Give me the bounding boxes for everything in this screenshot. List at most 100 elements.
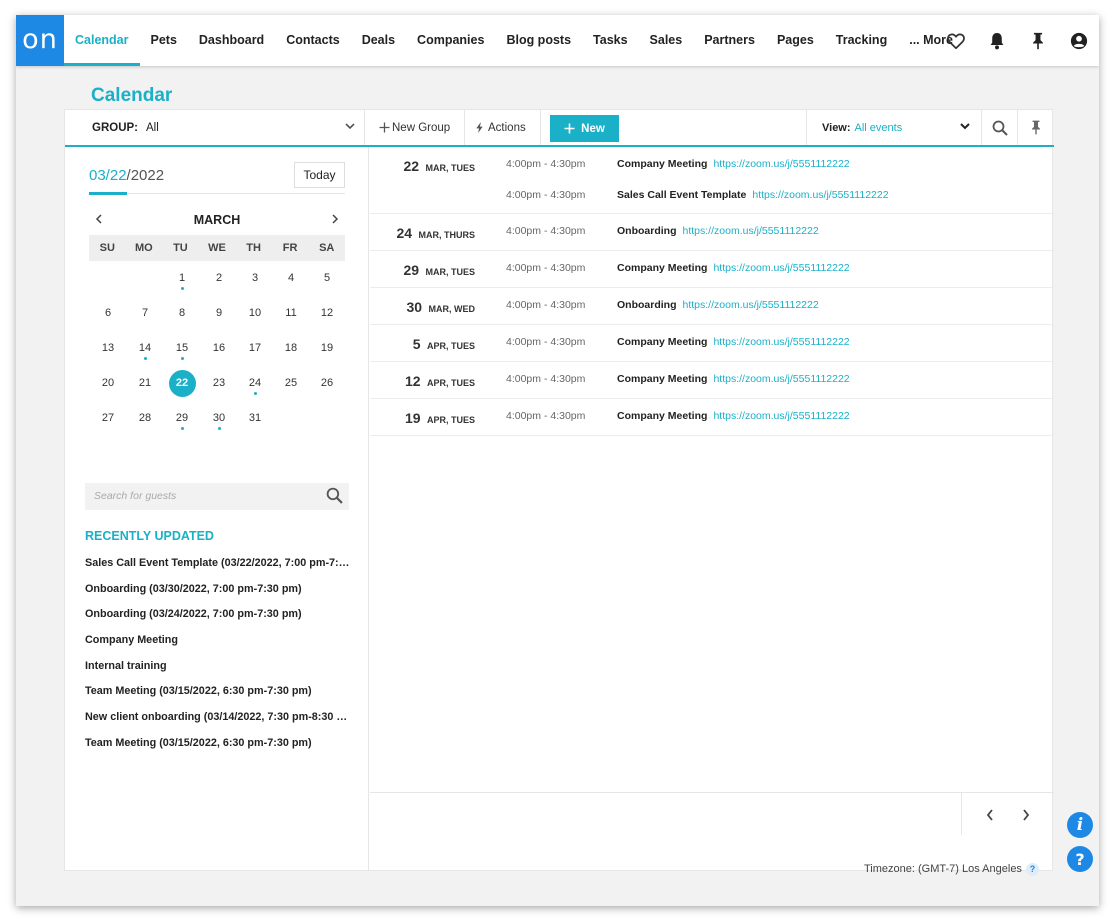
prev-page-icon[interactable] [980, 805, 1000, 825]
calendar-day[interactable]: 6 [89, 296, 127, 331]
event-meeting-link[interactable]: https://zoom.us/j/5551112222 [752, 189, 888, 201]
event-item[interactable]: 4:00pm - 4:30pm Onboarding https://zoom.us… [370, 288, 1054, 318]
event-title[interactable]: Company Meeting https://zoom.us/j/5551112… [617, 336, 850, 348]
divider [127, 193, 345, 194]
search-icon[interactable] [326, 487, 343, 515]
heart-icon[interactable] [935, 15, 976, 66]
calendar-day[interactable]: 19 [309, 331, 345, 366]
event-item[interactable]: 4:00pm - 4:30pm Sales Call Event Template… [370, 178, 1054, 208]
nav-item-pets[interactable]: Pets [140, 15, 188, 66]
event-day-group: 19 APR, TUES 4:00pm - 4:30pm Company Meeti… [370, 399, 1054, 436]
recent-item[interactable]: Sales Call Event Template (03/22/2022, 7… [85, 555, 353, 581]
calendar-day[interactable]: 8 [163, 296, 201, 331]
new-event-button[interactable]: New [550, 115, 619, 142]
nav-item-calendar[interactable]: Calendar [64, 15, 140, 66]
event-item[interactable]: 4:00pm - 4:30pm Company Meeting https://zo… [370, 251, 1054, 281]
event-item[interactable]: 4:00pm - 4:30pm Company Meeting https://zo… [370, 362, 1054, 392]
event-title[interactable]: Company Meeting https://zoom.us/j/5551112… [617, 158, 850, 170]
calendar-day[interactable]: 24 [237, 366, 273, 401]
nav-item-companies[interactable]: Companies [406, 15, 495, 66]
brand-logo[interactable]: on [16, 15, 64, 66]
info-icon[interactable]: i [1067, 812, 1093, 838]
calendar-day[interactable]: 17 [237, 331, 273, 366]
event-title[interactable]: Sales Call Event Template https://zoom.us… [617, 189, 889, 201]
calendar-day[interactable]: 3 [237, 261, 273, 296]
next-month-icon[interactable] [327, 211, 343, 227]
calendar-day[interactable]: 2 [201, 261, 237, 296]
nav-item-contacts[interactable]: Contacts [275, 15, 350, 66]
user-account-icon[interactable] [1058, 15, 1099, 66]
calendar-day[interactable]: 1 [163, 261, 201, 296]
timezone-help-icon[interactable]: ? [1025, 863, 1039, 876]
recent-item[interactable]: Internal training [85, 658, 353, 684]
calendar-day[interactable]: 31 [237, 401, 273, 436]
calendar-day[interactable]: 20 [89, 366, 127, 401]
event-meeting-link[interactable]: https://zoom.us/j/5551112222 [713, 373, 849, 385]
nav-item-tasks[interactable]: Tasks [582, 15, 639, 66]
today-button[interactable]: Today [294, 162, 345, 188]
event-title[interactable]: Onboarding https://zoom.us/j/5551112222 [617, 225, 819, 237]
event-meeting-link[interactable]: https://zoom.us/j/5551112222 [713, 262, 849, 274]
actions-button[interactable]: Actions [461, 110, 541, 145]
nav-item-pages[interactable]: Pages [766, 15, 825, 66]
calendar-day[interactable]: 14 [127, 331, 163, 366]
calendar-day[interactable]: 28 [127, 401, 163, 436]
event-meeting-link[interactable]: https://zoom.us/j/5551112222 [713, 158, 849, 170]
event-title[interactable]: Company Meeting https://zoom.us/j/5551112… [617, 373, 850, 385]
nav-item-tracking[interactable]: Tracking [825, 15, 898, 66]
event-meeting-link[interactable]: https://zoom.us/j/5551112222 [683, 299, 819, 311]
recent-item[interactable]: Team Meeting (03/15/2022, 6:30 pm-7:30 p… [85, 683, 353, 709]
event-item[interactable]: 4:00pm - 4:30pm Onboarding https://zoom.us… [370, 214, 1054, 244]
calendar-day[interactable]: 16 [201, 331, 237, 366]
new-group-button[interactable]: New Group [365, 110, 466, 145]
recent-item[interactable]: Team Meeting (03/15/2022, 6:30 pm-7:30 p… [85, 735, 353, 761]
calendar-day[interactable]: 25 [273, 366, 309, 401]
nav-item-partners[interactable]: Partners [693, 15, 766, 66]
calendar-day[interactable]: 9 [201, 296, 237, 331]
event-meeting-link[interactable]: https://zoom.us/j/5551112222 [683, 225, 819, 237]
nav-item-deals[interactable]: Deals [351, 15, 406, 66]
calendar-day[interactable]: 10 [237, 296, 273, 331]
recent-item[interactable]: Onboarding (03/30/2022, 7:00 pm-7:30 pm) [85, 581, 353, 607]
calendar-day[interactable]: 30 [201, 401, 237, 436]
calendar-day[interactable]: 23 [201, 366, 237, 401]
calendar-day[interactable]: 27 [89, 401, 127, 436]
calendar-day[interactable]: 4 [273, 261, 309, 296]
calendar-day[interactable]: 7 [127, 296, 163, 331]
guest-search-input[interactable]: Search for guests [85, 483, 349, 510]
calendar-day[interactable]: 11 [273, 296, 309, 331]
view-select[interactable]: View: All events [806, 110, 981, 145]
calendar-day[interactable]: 22 [163, 366, 201, 401]
recent-item[interactable]: New client onboarding (03/14/2022, 7:30 … [85, 709, 353, 735]
event-title[interactable]: Company Meeting https://zoom.us/j/5551112… [617, 410, 850, 422]
calendar-day[interactable]: 18 [273, 331, 309, 366]
calendar-day[interactable]: 12 [309, 296, 345, 331]
pin-icon[interactable] [1017, 15, 1058, 66]
event-item[interactable]: 4:00pm - 4:30pm Company Meeting https://zo… [370, 147, 1054, 177]
calendar-day[interactable]: 13 [89, 331, 127, 366]
calendar-day[interactable]: 29 [163, 401, 201, 436]
plus-icon [379, 122, 390, 133]
calendar-day[interactable]: 21 [127, 366, 163, 401]
nav-item-dashboard[interactable]: Dashboard [188, 15, 275, 66]
pin-icon[interactable] [1017, 110, 1053, 145]
calendar-day[interactable]: 26 [309, 366, 345, 401]
group-select[interactable]: GROUP: All [65, 110, 365, 145]
bell-icon[interactable] [976, 15, 1017, 66]
nav-item-sales[interactable]: Sales [639, 15, 694, 66]
event-meeting-link[interactable]: https://zoom.us/j/5551112222 [713, 336, 849, 348]
next-page-icon[interactable] [1016, 805, 1036, 825]
recent-item[interactable]: Onboarding (03/24/2022, 7:00 pm-7:30 pm) [85, 606, 353, 632]
event-item[interactable]: 4:00pm - 4:30pm Company Meeting https://zo… [370, 325, 1054, 355]
event-title[interactable]: Onboarding https://zoom.us/j/5551112222 [617, 299, 819, 311]
event-title[interactable]: Company Meeting https://zoom.us/j/5551112… [617, 262, 850, 274]
calendar-day[interactable]: 5 [309, 261, 345, 296]
help-icon[interactable]: ? [1067, 846, 1093, 872]
search-icon[interactable] [981, 110, 1017, 145]
event-meeting-link[interactable]: https://zoom.us/j/5551112222 [713, 410, 849, 422]
nav-item-blog-posts[interactable]: Blog posts [495, 15, 582, 66]
calendar-day[interactable]: 15 [163, 331, 201, 366]
group-label: GROUP: [92, 121, 138, 134]
recent-item[interactable]: Company Meeting [85, 632, 353, 658]
event-item[interactable]: 4:00pm - 4:30pm Company Meeting https://zo… [370, 399, 1054, 429]
